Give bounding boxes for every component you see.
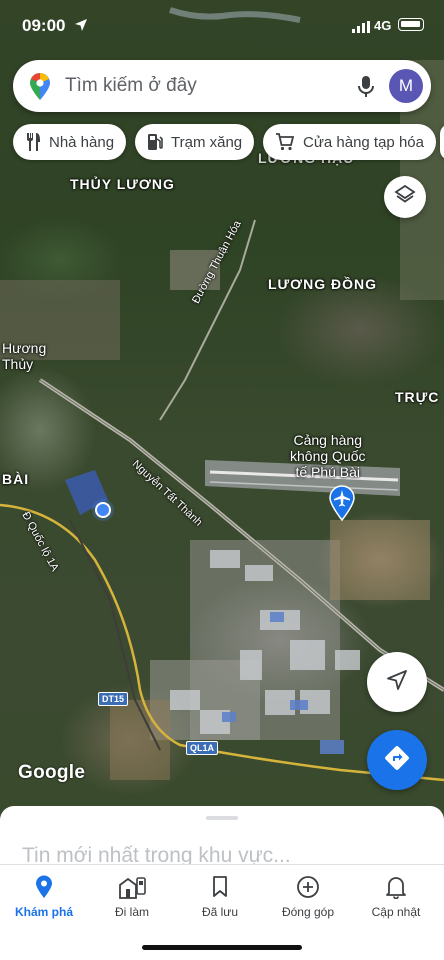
directions-button[interactable] [367,730,427,790]
chip-label: Nhà hàng [49,133,115,151]
status-bar: 09:00 4G [0,0,444,50]
signal-icon [352,20,370,38]
sheet-drag-handle[interactable] [206,816,238,820]
cart-icon [275,133,295,151]
google-maps-pin-icon [29,73,51,106]
search-input[interactable]: Tìm kiếm ở đây [65,75,197,97]
area-label-thuy-luong: THỦY LƯƠNG [70,176,175,192]
layers-button[interactable] [384,176,426,218]
restaurant-icon [25,133,41,151]
chip-restaurants[interactable]: Nhà hàng [13,124,127,160]
area-label-luong-dong: LƯƠNG ĐỒNG [268,276,377,292]
add-circle-icon [264,873,352,901]
tab-saved[interactable]: Đã lưu [176,873,264,919]
commute-icon [88,873,176,901]
gas-station-icon [147,133,163,151]
area-label-bai: BÀI [2,471,30,487]
tab-label: Đóng góp [281,905,335,919]
layers-icon [394,184,416,211]
town-label-huong-thuy: Hương Thủy [2,340,47,372]
network-type: 4G [374,18,392,33]
tab-explore[interactable]: Khám phá [0,873,88,919]
chip-label: Cửa hàng tạp hóa [303,133,424,151]
navigation-arrow-icon [386,669,408,696]
tab-label: Cập nhật [371,905,421,919]
search-bar[interactable]: Tìm kiếm ở đây M [13,60,431,112]
airport-label[interactable]: Cảng hàng không Quốc tế Phú Bài [290,432,366,480]
chip-more-partial[interactable] [440,124,444,160]
route-shield-ql1a: QL1A [186,741,219,755]
tab-label: Khám phá [14,905,73,919]
chip-label: Trạm xăng [171,133,243,151]
status-time: 09:00 [22,16,66,35]
tab-label: Đã lưu [201,905,239,919]
battery-icon [398,18,424,31]
route-shield-dt15: DT15 [98,692,129,706]
area-label-truc: TRỰC [395,389,440,405]
tab-label: Đi làm [114,905,149,919]
directions-icon [384,745,410,776]
home-indicator [142,945,302,950]
my-location-button[interactable] [367,652,427,712]
chip-grocery[interactable]: Cửa hàng tạp hóa [263,124,436,160]
account-avatar[interactable]: M [389,69,423,103]
bell-icon [352,873,440,901]
location-arrow-icon [74,18,88,32]
chip-gas-stations[interactable]: Trạm xăng [135,124,255,160]
microphone-icon[interactable] [357,75,375,104]
bookmark-icon [176,873,264,901]
tab-updates[interactable]: Cập nhật [352,873,440,919]
tab-contribute[interactable]: Đóng góp [264,873,352,919]
explore-pin-icon [0,873,88,901]
google-attribution: Google [18,762,86,783]
tab-commute[interactable]: Đi làm [88,873,176,919]
